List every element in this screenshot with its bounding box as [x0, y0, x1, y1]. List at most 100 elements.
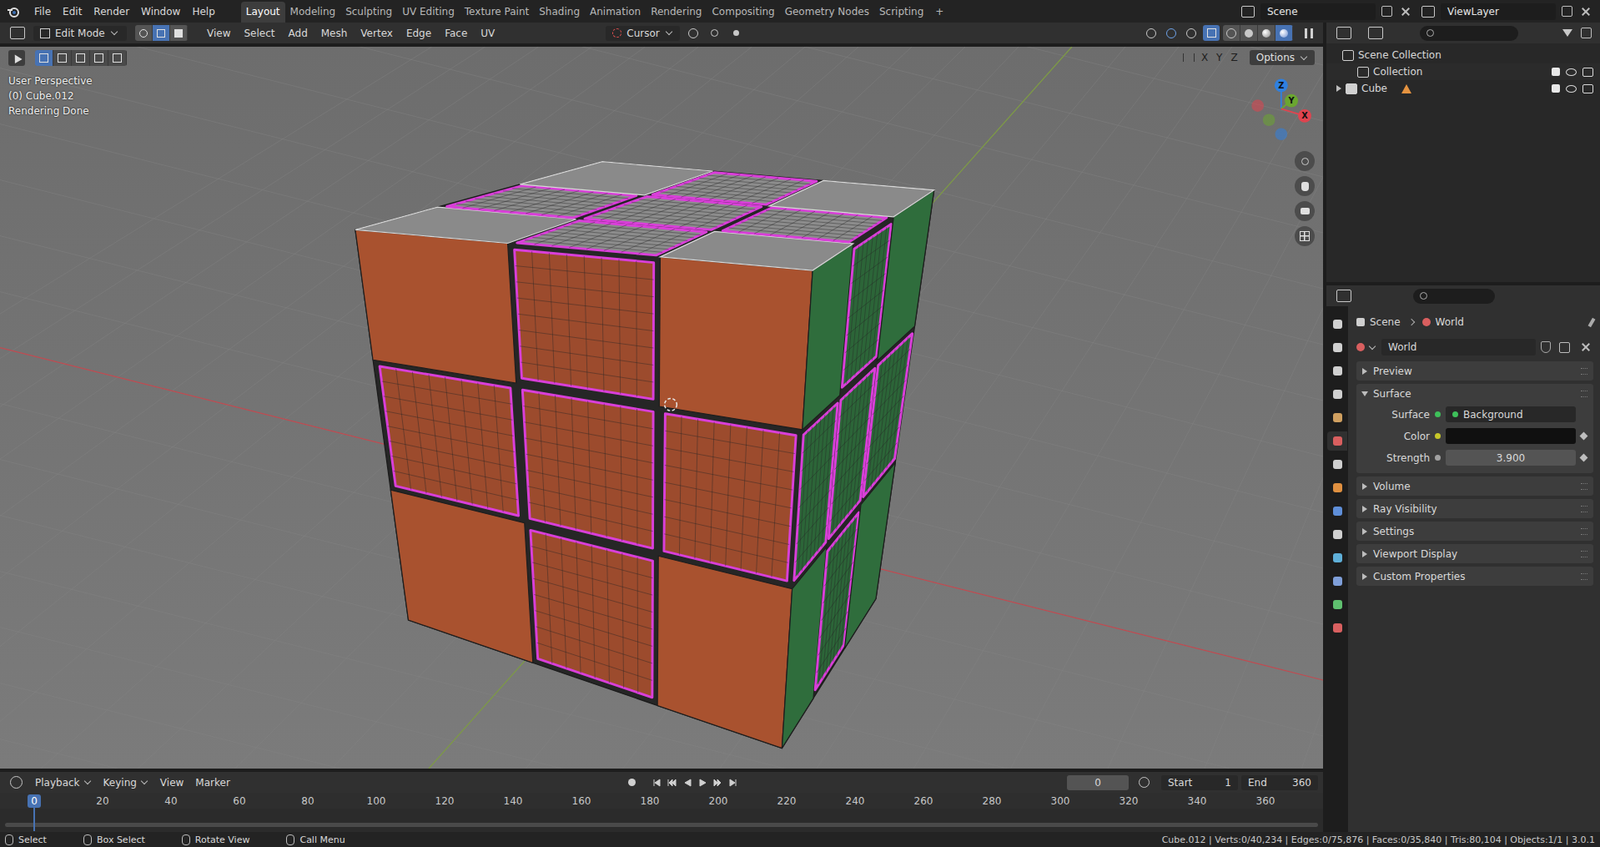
mode-dropdown[interactable]: Edit Mode [33, 25, 127, 41]
properties-editor-icon[interactable] [1336, 289, 1352, 302]
navigation-gizmo[interactable]: ZYX [1251, 78, 1312, 141]
new-collection-icon[interactable] [1580, 27, 1592, 39]
render-camera-icon[interactable] [1582, 67, 1594, 77]
frame-tick[interactable]: 320 [1094, 792, 1163, 809]
blender-logo-icon[interactable] [6, 5, 21, 19]
axis-ball[interactable] [1298, 109, 1312, 123]
visibility-icon[interactable] [1142, 25, 1160, 41]
cube-piece[interactable] [355, 229, 517, 383]
breadcrumb-item[interactable]: World [1422, 316, 1465, 328]
frame-tick[interactable]: 200 [684, 792, 753, 809]
new-view-layer-icon[interactable] [1561, 5, 1573, 17]
grid-view-icon[interactable] [1294, 226, 1315, 247]
timeline-menu[interactable]: Marker [189, 776, 236, 789]
include-checkbox[interactable] [1551, 67, 1560, 76]
select-mode-button[interactable] [170, 25, 188, 41]
axis-ball[interactable] [1274, 78, 1289, 92]
axis-ball[interactable] [1284, 94, 1299, 108]
menu-item[interactable]: Help [186, 5, 221, 18]
workspace-tab[interactable]: Layout [241, 1, 286, 23]
properties-tab[interactable] [1327, 524, 1348, 544]
overlay-icon[interactable] [1182, 25, 1200, 41]
drag-handle-icon[interactable] [1580, 483, 1588, 490]
playback-icon[interactable] [727, 777, 738, 788]
frame-tick[interactable]: 260 [889, 792, 958, 809]
menu-item[interactable]: Render [87, 5, 136, 18]
frame-tick[interactable]: 80 [273, 792, 343, 809]
scene-field[interactable]: Scene [1260, 3, 1376, 21]
properties-tab[interactable] [1327, 454, 1348, 474]
select-mode-button[interactable] [135, 25, 153, 41]
frame-tick[interactable]: 140 [478, 792, 548, 809]
panel-header[interactable]: Settings [1356, 521, 1594, 541]
timeline-editor-icon[interactable] [10, 775, 23, 789]
filter-icon[interactable] [1562, 29, 1573, 37]
timeline-menu[interactable]: View [154, 776, 190, 789]
socket-dot-icon[interactable] [1434, 432, 1441, 439]
workspace-tab[interactable]: Sculpting [340, 1, 398, 23]
panel-header[interactable]: Preview [1356, 361, 1594, 381]
properties-tab[interactable] [1327, 571, 1348, 591]
cube-piece[interactable] [390, 489, 533, 663]
frame-tick[interactable]: 120 [410, 792, 479, 809]
xray-toggle[interactable] [1202, 25, 1220, 41]
timeline-menu[interactable]: Playback [29, 776, 98, 789]
color-swatch[interactable] [1445, 427, 1576, 444]
add-workspace-button[interactable]: + [928, 1, 951, 23]
pause-icon[interactable] [1304, 28, 1314, 39]
render-camera-icon[interactable] [1582, 84, 1594, 94]
pin-icon[interactable] [1588, 316, 1596, 328]
cube-piece[interactable] [530, 529, 654, 697]
properties-tab[interactable] [1327, 618, 1348, 638]
properties-tab[interactable] [1327, 548, 1348, 568]
timeline-menu[interactable]: Keying [97, 776, 155, 789]
playback-icon[interactable] [667, 777, 678, 788]
scene-icon[interactable] [1241, 5, 1255, 18]
neg-z-icon[interactable] [1274, 127, 1288, 141]
record-icon[interactable] [628, 778, 636, 786]
close-icon[interactable] [1580, 6, 1591, 17]
socket-dot-icon[interactable] [1434, 411, 1441, 418]
world-name-field[interactable]: World [1381, 338, 1536, 356]
mirror-axis-toggle[interactable]: Y [1214, 51, 1224, 64]
cube-piece[interactable] [844, 462, 896, 649]
pan-hand-icon[interactable] [1294, 176, 1315, 197]
frame-tick[interactable]: 40 [136, 792, 206, 809]
world-browse-icon[interactable] [1356, 342, 1377, 352]
neg-y-icon[interactable] [1262, 113, 1276, 126]
frame-tick[interactable]: 280 [957, 792, 1027, 809]
properties-tab[interactable] [1327, 431, 1348, 451]
properties-tab[interactable] [1327, 594, 1348, 614]
viewport-menu[interactable]: View [201, 27, 237, 40]
gizmo-icon[interactable] [1162, 25, 1180, 41]
viewport-menu[interactable]: Add [282, 27, 314, 40]
cube-mesh[interactable] [355, 161, 935, 749]
playback-icon[interactable] [682, 777, 693, 788]
outliner-item[interactable]: Cube [1326, 80, 1600, 97]
end-frame-field[interactable]: End360 [1241, 774, 1319, 790]
view-layer-field[interactable]: ViewLayer [1440, 3, 1556, 21]
properties-tab[interactable] [1327, 361, 1348, 381]
mirror-axis-toggle[interactable]: X [1199, 51, 1210, 64]
properties-tab[interactable] [1327, 477, 1348, 498]
frame-tick[interactable]: 340 [1162, 792, 1232, 809]
workspace-tab[interactable]: Compositing [706, 1, 780, 23]
workspace-tab[interactable]: Geometry Nodes [779, 1, 875, 23]
viewport-menu[interactable]: Vertex [354, 27, 399, 40]
cube-piece[interactable] [522, 389, 654, 549]
cube-piece[interactable] [664, 413, 796, 581]
workspace-tab[interactable]: Rendering [645, 1, 707, 23]
eye-icon[interactable] [1565, 68, 1577, 76]
keyframe-icon[interactable] [1579, 432, 1589, 441]
invert-selection-button[interactable] [90, 50, 109, 66]
breadcrumb-item[interactable]: Scene [1356, 316, 1401, 328]
frame-tick[interactable]: 160 [547, 792, 616, 809]
zoom-icon[interactable] [1294, 150, 1315, 172]
viewport-menu[interactable]: Edge [400, 27, 438, 40]
workspace-tab[interactable]: Texture Paint [459, 1, 534, 23]
drag-handle-icon[interactable] [1580, 528, 1588, 535]
pivot-dropdown[interactable]: Cursor [605, 25, 680, 41]
frame-ruler[interactable]: 0204060801001201401601802002202402602803… [0, 792, 1324, 809]
timeline-scrollbar[interactable] [5, 822, 1319, 827]
start-frame-field[interactable]: Start1 [1161, 774, 1238, 790]
